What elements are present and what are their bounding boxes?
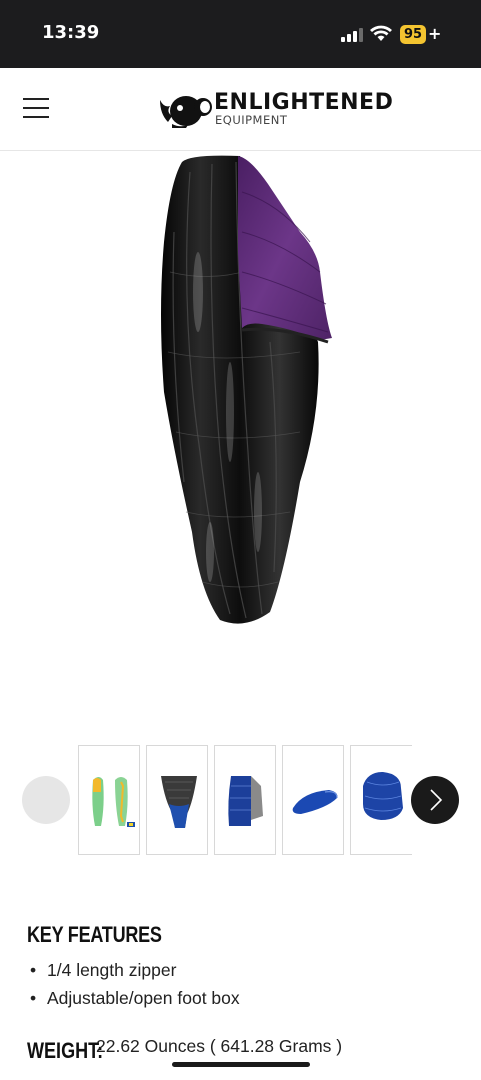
battery-indicator: 95 <box>400 25 427 44</box>
status-time: 13:39 <box>42 22 100 43</box>
site-header: ENLIGHTENED EQUIPMENT <box>0 68 481 151</box>
thumbnail-blue-rolled-quilt-image <box>292 790 338 814</box>
thumbnail-2[interactable] <box>146 745 208 855</box>
key-features-heading: KEY FEATURES <box>27 922 162 947</box>
wifi-icon <box>370 25 392 41</box>
product-image <box>161 155 332 624</box>
hamburger-menu-icon[interactable] <box>23 98 49 120</box>
weight-label: WEIGHT: <box>27 1038 104 1063</box>
thumbnail-1[interactable] <box>78 745 140 855</box>
logo-mark-icon <box>160 96 212 128</box>
list-item: • Adjustable/open foot box <box>30 988 240 1008</box>
logo-subtext: EQUIPMENT <box>215 113 288 127</box>
features-list: • 1/4 length zipper • Adjustable/open foot… <box>30 956 240 1012</box>
thumbnail-5[interactable] <box>350 745 412 855</box>
status-bar: 13:39 95 + <box>0 0 481 68</box>
thumbnail-grey-blue-quilt-image <box>161 776 197 828</box>
feature-text: Adjustable/open foot box <box>47 988 240 1008</box>
list-item: • 1/4 length zipper <box>30 960 177 980</box>
home-indicator[interactable] <box>172 1062 310 1067</box>
weight-value: 22.62 Ounces ( 641.28 Grams ) <box>96 1036 343 1056</box>
carousel-prev-button[interactable] <box>22 776 70 824</box>
carousel-next-button[interactable] <box>411 776 459 824</box>
battery-charging-plus: + <box>428 24 442 43</box>
chevron-right-icon <box>430 789 443 811</box>
thumbnail-3[interactable] <box>214 745 276 855</box>
feature-text: 1/4 length zipper <box>47 960 177 980</box>
logo-wordmark: ENLIGHTENED <box>214 90 394 115</box>
thumbnail-blue-stuffed-quilt-image <box>363 772 403 820</box>
thumbnail-4[interactable] <box>282 745 344 855</box>
thumbnail-blue-open-quilt-image <box>228 776 263 826</box>
site-logo[interactable]: ENLIGHTENED EQUIPMENT <box>158 90 408 130</box>
thumbnail-carousel <box>0 744 481 858</box>
cellular-signal-icon <box>341 26 365 42</box>
thumbnail-green-quilt-image <box>92 777 135 827</box>
